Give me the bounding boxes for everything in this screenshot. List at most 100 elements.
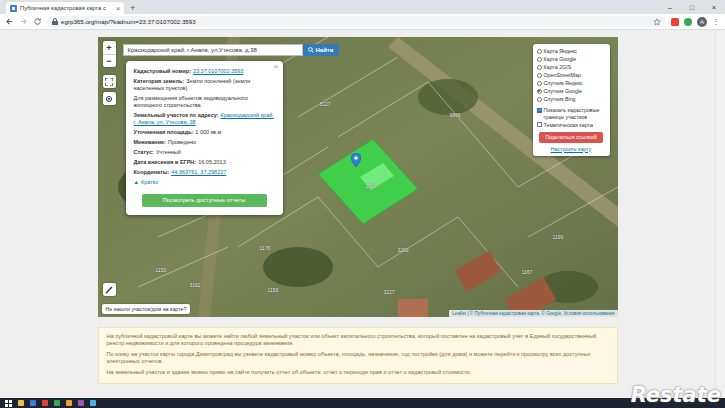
checkbox[interactable] (537, 122, 542, 127)
browser-menu[interactable]: ⋮ (712, 17, 720, 26)
popup-field: Межевание:Проведено (134, 139, 275, 146)
collapse-link[interactable]: ▲Кратко (134, 179, 275, 186)
search-button[interactable]: Найти (303, 44, 339, 56)
popup-close[interactable]: × (274, 63, 279, 71)
parcel-label[interactable]: 1176 (260, 245, 271, 251)
taskbar-app-icon[interactable] (54, 400, 60, 406)
field-label: Дата внесения в ЕГРН: (134, 159, 197, 165)
field-label: Земельный участок по адресу: (134, 112, 219, 118)
minimize-button[interactable]: – (659, 0, 681, 14)
radio-button[interactable] (537, 65, 542, 70)
field-value: 1 000 кв.м (195, 129, 221, 135)
parcel-label[interactable]: 3227 (384, 289, 395, 295)
radio-button[interactable] (537, 73, 542, 78)
radio-button[interactable] (537, 89, 542, 94)
profile-avatar[interactable]: А (697, 17, 707, 27)
layer-label[interactable]: OpenStreetMap (544, 72, 581, 79)
taskbar-app-icon[interactable] (90, 400, 96, 406)
location-pin-icon[interactable] (351, 153, 361, 167)
taskbar-app-icon[interactable] (42, 400, 48, 406)
layer-option[interactable]: Карта 2GIS (537, 64, 606, 71)
star-icon[interactable] (653, 18, 661, 26)
popup-field: Кадастровый номер:23:37:0107002:3593 (134, 68, 275, 75)
address-search: Краснодарский край, г.Анапа, ул.Утесова,… (123, 44, 339, 56)
popup-field: Категория земель:Земли поселений (земли … (134, 78, 275, 92)
parcel-label[interactable]: 1150 (156, 267, 167, 273)
field-value[interactable]: 44.963761, 37.298227 (171, 169, 226, 175)
map-attribution[interactable]: Leaflet | © Публичная кадастровая карта,… (449, 310, 617, 317)
parcel-label[interactable]: 3162 (190, 282, 201, 288)
parcel-label[interactable]: 1159 (268, 287, 279, 293)
fullscreen-button[interactable] (103, 75, 116, 88)
new-tab-button[interactable]: + (130, 2, 135, 14)
start-icon[interactable] (5, 400, 12, 407)
search-field[interactable]: Краснодарский край, г.Анапа, ул.Утесова,… (123, 44, 303, 56)
layer-label[interactable]: Спутник Bing (544, 96, 576, 103)
settings-link[interactable]: Настроить карту (537, 146, 606, 153)
radio-button[interactable] (537, 97, 542, 102)
field-value[interactable]: 23:37:0107002:3593 (193, 68, 243, 74)
layer-label[interactable]: Карта Google (544, 56, 577, 63)
measure-button[interactable] (103, 283, 116, 296)
layer-option[interactable]: Спутник Google (537, 88, 606, 95)
reports-button[interactable]: Посмотреть доступные отчеты (142, 194, 267, 207)
extension-icon[interactable] (684, 18, 692, 26)
checkbox[interactable] (537, 108, 542, 113)
reload-icon[interactable] (33, 17, 42, 26)
window-controls: –□× (659, 0, 725, 14)
layer-option[interactable]: Карта Яндекс (537, 48, 606, 55)
parcel-label[interactable]: 1199 (553, 234, 564, 240)
address-bar: egrp365.org/map/?kadnum=23:37:0107002:35… (0, 14, 725, 30)
url-field[interactable]: egrp365.org/map/?kadnum=23:37:0107002:35… (47, 16, 666, 27)
layer-option[interactable]: Спутник Яндекс (537, 80, 606, 87)
back-icon[interactable] (5, 17, 14, 26)
layer-check[interactable]: Тематическая карта (537, 122, 606, 129)
layer-option[interactable]: Карта Google (537, 56, 606, 63)
layer-separator (537, 104, 606, 107)
layer-label[interactable]: Спутник Google (544, 88, 583, 95)
parcel-label[interactable]: 9866 (450, 112, 461, 118)
scrollbar[interactable] (715, 30, 725, 398)
zoom-in-button[interactable]: + (103, 41, 116, 54)
browser-tab[interactable]: Публичная кадастровая карта с× (6, 2, 124, 14)
close-button[interactable]: × (703, 0, 725, 14)
share-button[interactable]: Поделиться ссылкой (539, 132, 603, 143)
forward-icon[interactable] (19, 17, 28, 26)
layer-option[interactable]: Спутник Bing (537, 96, 606, 103)
taskbar-app-icon[interactable] (66, 400, 72, 406)
zoom-out-button[interactable]: − (103, 54, 116, 67)
check-label[interactable]: Тематическая карта (544, 122, 593, 129)
parcel-label[interactable]: 3593 (366, 183, 377, 189)
locate-button[interactable] (103, 92, 116, 105)
parcel-label[interactable]: 3269 (398, 247, 409, 253)
taskbar-app-icon[interactable] (18, 400, 24, 406)
field-value: 16.05.2013 (198, 159, 226, 165)
popup-field: Статус:Учтенный (134, 149, 275, 156)
popup-field: Дата внесения в ЕГРН:16.05.2013 (134, 159, 275, 166)
layer-label[interactable]: Карта 2GIS (544, 64, 572, 71)
taskbar-app-icon[interactable] (78, 400, 84, 406)
radio-button[interactable] (537, 49, 542, 54)
layer-label[interactable]: Карта Яндекс (544, 48, 577, 55)
fullscreen-icon (105, 78, 113, 86)
watermark: Restate (631, 382, 721, 408)
collapse-label[interactable]: Кратко (141, 179, 158, 186)
tab-close[interactable]: × (116, 5, 120, 12)
layer-option[interactable]: OpenStreetMap (537, 72, 606, 79)
layer-label[interactable]: Спутник Яндекс (544, 80, 583, 87)
maximize-button[interactable]: □ (681, 0, 703, 14)
info-paragraph: На публичной кадастровой карте вы можете… (107, 333, 609, 347)
not-found-button[interactable]: Не нашли участок/дом на карте? (102, 304, 191, 314)
zoom-control: +− (103, 41, 116, 67)
field-value: Учтенный (156, 149, 181, 155)
extension-icon[interactable] (671, 18, 679, 26)
cadastral-map[interactable]: 8127 9866 1150 1176 3162 1159 3269 3227 1167 1199… (98, 37, 618, 317)
radio-button[interactable] (537, 57, 542, 62)
layer-check[interactable]: Показать кадастровые границы участков (537, 107, 606, 120)
parcel-label[interactable]: 8127 (320, 101, 331, 107)
radio-button[interactable] (537, 81, 542, 86)
url-text[interactable]: egrp365.org/map/?kadnum=23:37:0107002:35… (61, 18, 196, 25)
check-label[interactable]: Показать кадастровые границы участков (544, 107, 606, 120)
parcel-label[interactable]: 1167 (522, 269, 533, 275)
taskbar-app-icon[interactable] (30, 400, 36, 406)
